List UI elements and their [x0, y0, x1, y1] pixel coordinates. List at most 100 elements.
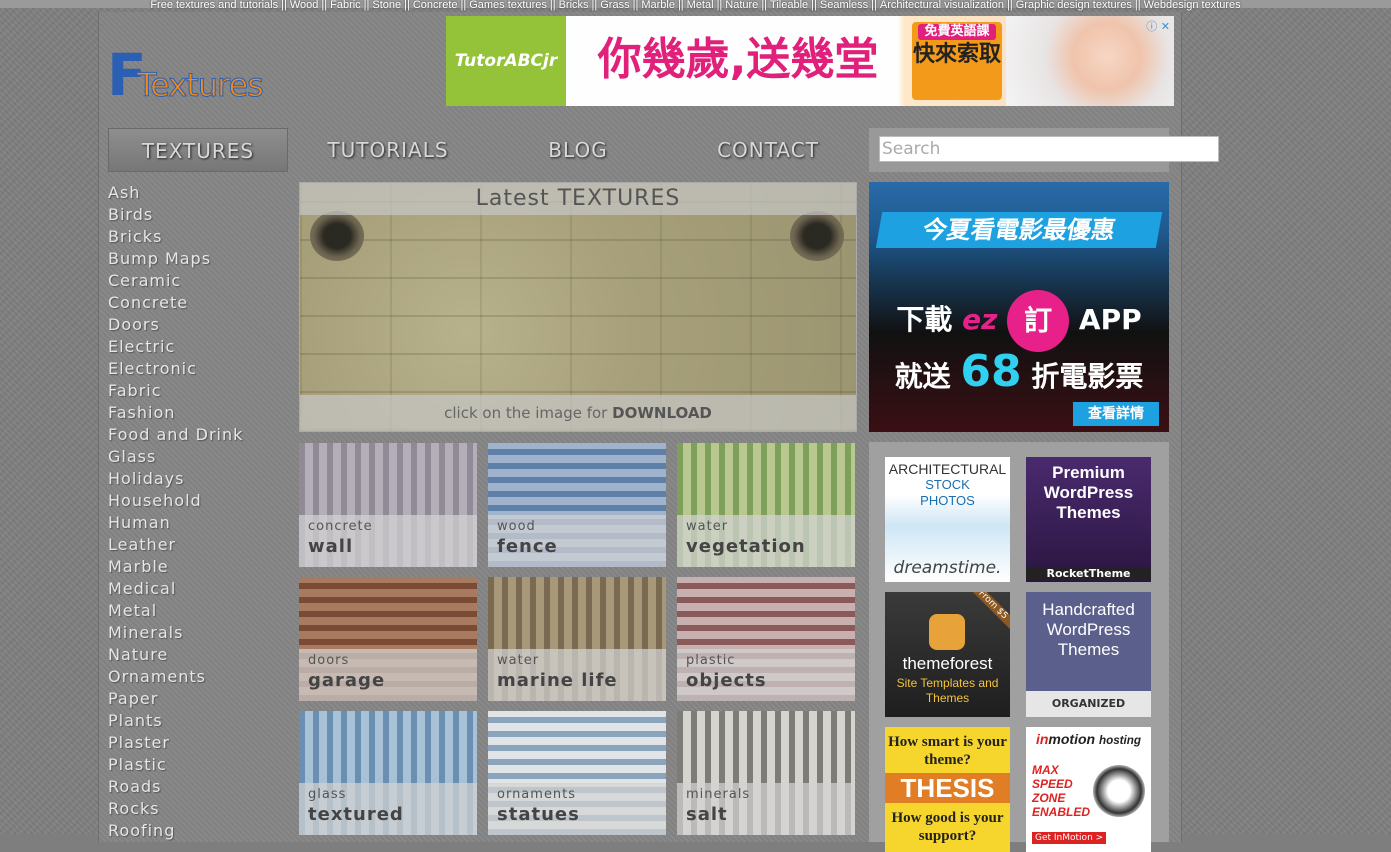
sidebar-item[interactable]: Nature — [108, 644, 288, 666]
ad-cta-button[interactable]: 免費英語課 快來索取 — [912, 22, 1002, 100]
texture-tile[interactable]: glass textured — [299, 711, 477, 835]
themeforest-brand: themeforest — [902, 654, 993, 673]
sidebar-item[interactable]: Marble — [108, 556, 288, 578]
sidebar-item[interactable]: Roofing — [108, 820, 288, 842]
texture-tile[interactable]: water vegetation — [677, 443, 855, 567]
sidebar-item[interactable]: Human — [108, 512, 288, 534]
texture-tile[interactable]: wood fence — [488, 443, 666, 567]
sidebar-item[interactable]: Plastic — [108, 754, 288, 776]
sidebar-item[interactable]: Fabric — [108, 380, 288, 402]
sidebar-item[interactable]: Paper — [108, 688, 288, 710]
sidebar-item[interactable]: Leather — [108, 534, 288, 556]
sidebar-item[interactable]: Roads — [108, 776, 288, 798]
top-link[interactable]: Nature — [725, 0, 758, 11]
top-banner-ad[interactable]: TutorABCjr 你幾歲,送幾堂 免費英語課 快來索取 ⓘ ✕ — [446, 16, 1174, 106]
sidebar-item[interactable]: Birds — [108, 204, 288, 226]
top-link[interactable]: Grass — [600, 0, 629, 11]
nav-contact[interactable]: CONTACT — [678, 128, 858, 172]
sponsor-organized-themes[interactable]: Handcrafted WordPress Themes ORGANIZED T… — [1026, 592, 1151, 717]
category-sidebar: Ash Birds Bricks Bump Maps Ceramic Concrete Do… — [108, 182, 288, 842]
site-logo[interactable]: F Textures — [107, 46, 292, 104]
sponsor-inmotion[interactable]: inmotion hosting MAX SPEED ZONE ENABLED … — [1026, 727, 1151, 852]
top-link-separator: || — [1134, 0, 1141, 11]
sidebar-item[interactable]: Fashion — [108, 402, 288, 424]
ad-close-icon[interactable]: ⓘ ✕ — [1146, 18, 1170, 34]
nav-blog[interactable]: BLOG — [488, 128, 668, 172]
ad-right-app: APP — [1078, 303, 1142, 336]
sidebar-item[interactable]: Electric — [108, 336, 288, 358]
search-input[interactable] — [879, 136, 1219, 162]
dreamstime-brand: dreamstime. — [893, 558, 1002, 578]
sidebar-item[interactable]: Ornaments — [108, 666, 288, 688]
sidebar-item[interactable]: Doors — [108, 314, 288, 336]
top-link[interactable]: Fabric — [330, 0, 361, 11]
sponsor-rockettheme[interactable]: Premium WordPress Themes RocketTheme — [1026, 457, 1151, 582]
texture-tile[interactable]: concrete wall — [299, 443, 477, 567]
nav-textures[interactable]: TEXTURES — [108, 128, 288, 172]
themeforest-sub: Site Templates and Themes — [896, 676, 999, 705]
tile-category: water — [686, 519, 729, 534]
sidebar-item[interactable]: Plants — [108, 710, 288, 732]
speedometer-icon — [1093, 765, 1145, 817]
sidebar-item[interactable]: Bricks — [108, 226, 288, 248]
sidebar-item[interactable]: Food and Drink — [108, 424, 288, 446]
featured-texture[interactable]: Latest TEXTURES click on the image for D… — [299, 182, 857, 432]
texture-tile[interactable]: ornaments statues — [488, 711, 666, 835]
sponsor-themeforest[interactable]: From $5 themeforest Site Templates and T… — [885, 592, 1010, 717]
nav-tutorials[interactable]: TUTORIALS — [298, 128, 478, 172]
tile-category: minerals — [686, 787, 751, 802]
ad-right-line1: 今夏看電影最優惠 — [875, 212, 1163, 248]
top-link[interactable]: Concrete — [413, 0, 458, 11]
sidebar-item[interactable]: Plaster — [108, 732, 288, 754]
sidebar-item[interactable]: Holidays — [108, 468, 288, 490]
right-banner-ad[interactable]: 今夏看電影最優惠 下載 ez 訂 APP 就送 68 折電影票 查看詳情 — [869, 182, 1169, 432]
sidebar-item[interactable]: Metal — [108, 600, 288, 622]
sidebar-item[interactable]: Glass — [108, 446, 288, 468]
tile-name: salt — [686, 804, 728, 825]
top-link-separator: || — [1007, 0, 1013, 11]
top-link-separator: || — [871, 0, 877, 11]
inmotion-sub: hosting — [1098, 734, 1142, 747]
sponsor-dreamstime[interactable]: ARCHITECTURAL STOCK PHOTOS dreamstime. — [885, 457, 1010, 582]
tile-category: wood — [497, 519, 536, 534]
top-link-separator: || — [404, 0, 410, 11]
top-link[interactable]: Stone — [372, 0, 401, 11]
ad-right-button[interactable]: 查看詳情 — [1073, 402, 1159, 426]
top-link-separator: || — [460, 0, 467, 11]
featured-title: Latest TEXTURES — [300, 183, 856, 215]
organized-brand: ORGANIZED THEMES — [1026, 691, 1151, 717]
top-link[interactable]: Free textures and tutorials — [150, 0, 278, 11]
sidebar-item[interactable]: Medical — [108, 578, 288, 600]
top-link-separator: || — [549, 0, 556, 11]
pipe-hole-right — [790, 211, 844, 261]
tile-name: textured — [308, 804, 404, 825]
top-link[interactable]: Metal — [687, 0, 714, 11]
top-link[interactable]: Wood — [290, 0, 319, 11]
sidebar-item[interactable]: Ceramic — [108, 270, 288, 292]
sidebar-item[interactable]: Concrete — [108, 292, 288, 314]
top-link[interactable]: Marble — [641, 0, 675, 11]
texture-tile[interactable]: plastic objects — [677, 577, 855, 701]
top-link[interactable]: Webdesign textures — [1144, 0, 1241, 11]
caption-download: DOWNLOAD — [612, 404, 712, 422]
top-link[interactable]: Games textures — [469, 0, 547, 11]
top-link[interactable]: Architectural visualization — [880, 0, 1004, 11]
inmotion-text: MAX SPEED ZONE ENABLED — [1032, 763, 1091, 819]
sponsor-thesis[interactable]: How smart is your theme? THESIS How good… — [885, 727, 1010, 852]
sidebar-item[interactable]: Minerals — [108, 622, 288, 644]
sidebar-item[interactable]: Rocks — [108, 798, 288, 820]
top-link[interactable]: Tileable — [770, 0, 808, 11]
thesis-question1: How smart is your theme? — [888, 734, 1007, 768]
texture-tile[interactable]: water marine life — [488, 577, 666, 701]
sidebar-item[interactable]: Household — [108, 490, 288, 512]
top-link[interactable]: Seamless — [820, 0, 868, 11]
top-link-separator: || — [591, 0, 598, 11]
texture-tile[interactable]: minerals salt — [677, 711, 855, 835]
texture-tile[interactable]: doors garage — [299, 577, 477, 701]
sidebar-item[interactable]: Ash — [108, 182, 288, 204]
top-link[interactable]: Graphic design textures — [1016, 0, 1132, 11]
sidebar-item[interactable]: Bump Maps — [108, 248, 288, 270]
sidebar-item[interactable]: Electronic — [108, 358, 288, 380]
ad-right-line2-prefix: 下載 — [896, 303, 953, 336]
top-link[interactable]: Bricks — [559, 0, 589, 11]
